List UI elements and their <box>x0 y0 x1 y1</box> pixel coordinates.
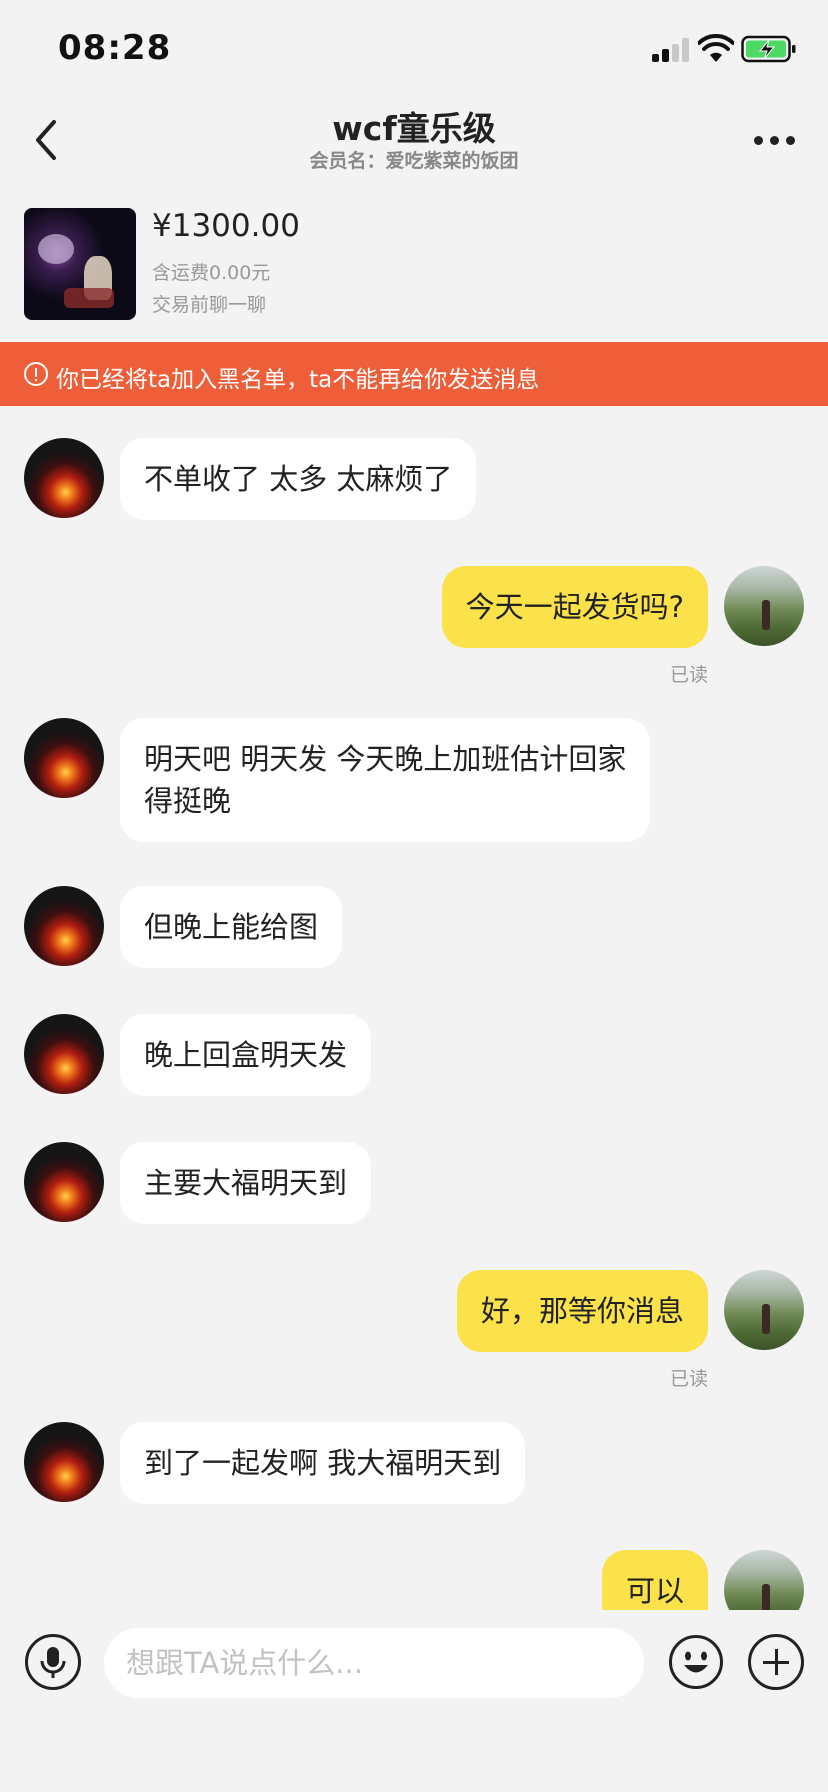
avatar[interactable] <box>24 886 104 966</box>
message-bubble[interactable]: 但晚上能给图 <box>120 886 343 968</box>
nav-bar: wcf童乐级 会员名：爱吃紫菜的饭团 <box>0 100 828 200</box>
chat-title: wcf童乐级 <box>332 109 496 148</box>
message-input[interactable] <box>104 1628 644 1698</box>
more-options-button[interactable] <box>748 130 798 150</box>
chat-note: 交易前聊一聊 <box>152 294 267 316</box>
product-thumbnail[interactable] <box>24 208 136 320</box>
member-name: 会员名：爱吃紫菜的饭团 <box>309 150 519 172</box>
message-bubble[interactable]: 好，那等你消息 <box>456 1270 708 1352</box>
shipping-info: 含运费0.00元 <box>152 262 271 284</box>
message-bubble[interactable]: 明天吧 明天发 今天晚上加班估计回家 得挺晚 <box>120 718 651 842</box>
add-attachment-button[interactable] <box>748 1634 804 1690</box>
avatar[interactable] <box>724 566 804 646</box>
message-bubble[interactable]: 可以 <box>601 1550 708 1610</box>
avatar[interactable] <box>24 1422 104 1502</box>
avatar[interactable] <box>724 1270 804 1350</box>
emoji-button[interactable] <box>668 1634 724 1690</box>
status-time: 08:28 <box>58 28 172 68</box>
banner-text: 你已经将ta加入黑名单，ta不能再给你发送消息 <box>56 367 540 393</box>
product-price: ¥1300.00 <box>152 208 300 244</box>
avatar[interactable] <box>24 1142 104 1222</box>
warning-icon <box>24 362 48 386</box>
input-bar <box>0 1610 828 1792</box>
avatar[interactable] <box>724 1550 804 1610</box>
blacklist-banner: 你已经将ta加入黑名单，ta不能再给你发送消息 <box>0 342 828 406</box>
message-list[interactable]: 不单收了 太多 太麻烦了 今天一起发货吗? 已读 明天吧 明天发 今天晚上加班估… <box>0 406 828 1610</box>
message-bubble[interactable]: 到了一起发啊 我大福明天到 <box>120 1422 526 1504</box>
avatar[interactable] <box>24 1014 104 1094</box>
voice-button[interactable] <box>25 1634 81 1690</box>
wifi-icon <box>698 34 734 62</box>
message-bubble[interactable]: 主要大福明天到 <box>120 1142 372 1224</box>
avatar[interactable] <box>24 438 104 518</box>
message-bubble[interactable]: 晚上回盒明天发 <box>120 1014 372 1096</box>
message-bubble[interactable]: 不单收了 太多 太麻烦了 <box>120 438 477 520</box>
read-status: 已读 <box>669 664 708 686</box>
cellular-signal-icon <box>652 38 692 62</box>
status-bar: 08:28 <box>0 0 828 100</box>
message-bubble[interactable]: 今天一起发货吗? <box>441 566 708 648</box>
battery-charging-icon <box>741 35 796 63</box>
avatar[interactable] <box>24 718 104 798</box>
product-card[interactable]: ¥1300.00 含运费0.00元 交易前聊一聊 <box>0 200 828 342</box>
microphone-icon <box>40 1647 66 1678</box>
read-status: 已读 <box>669 1368 708 1390</box>
